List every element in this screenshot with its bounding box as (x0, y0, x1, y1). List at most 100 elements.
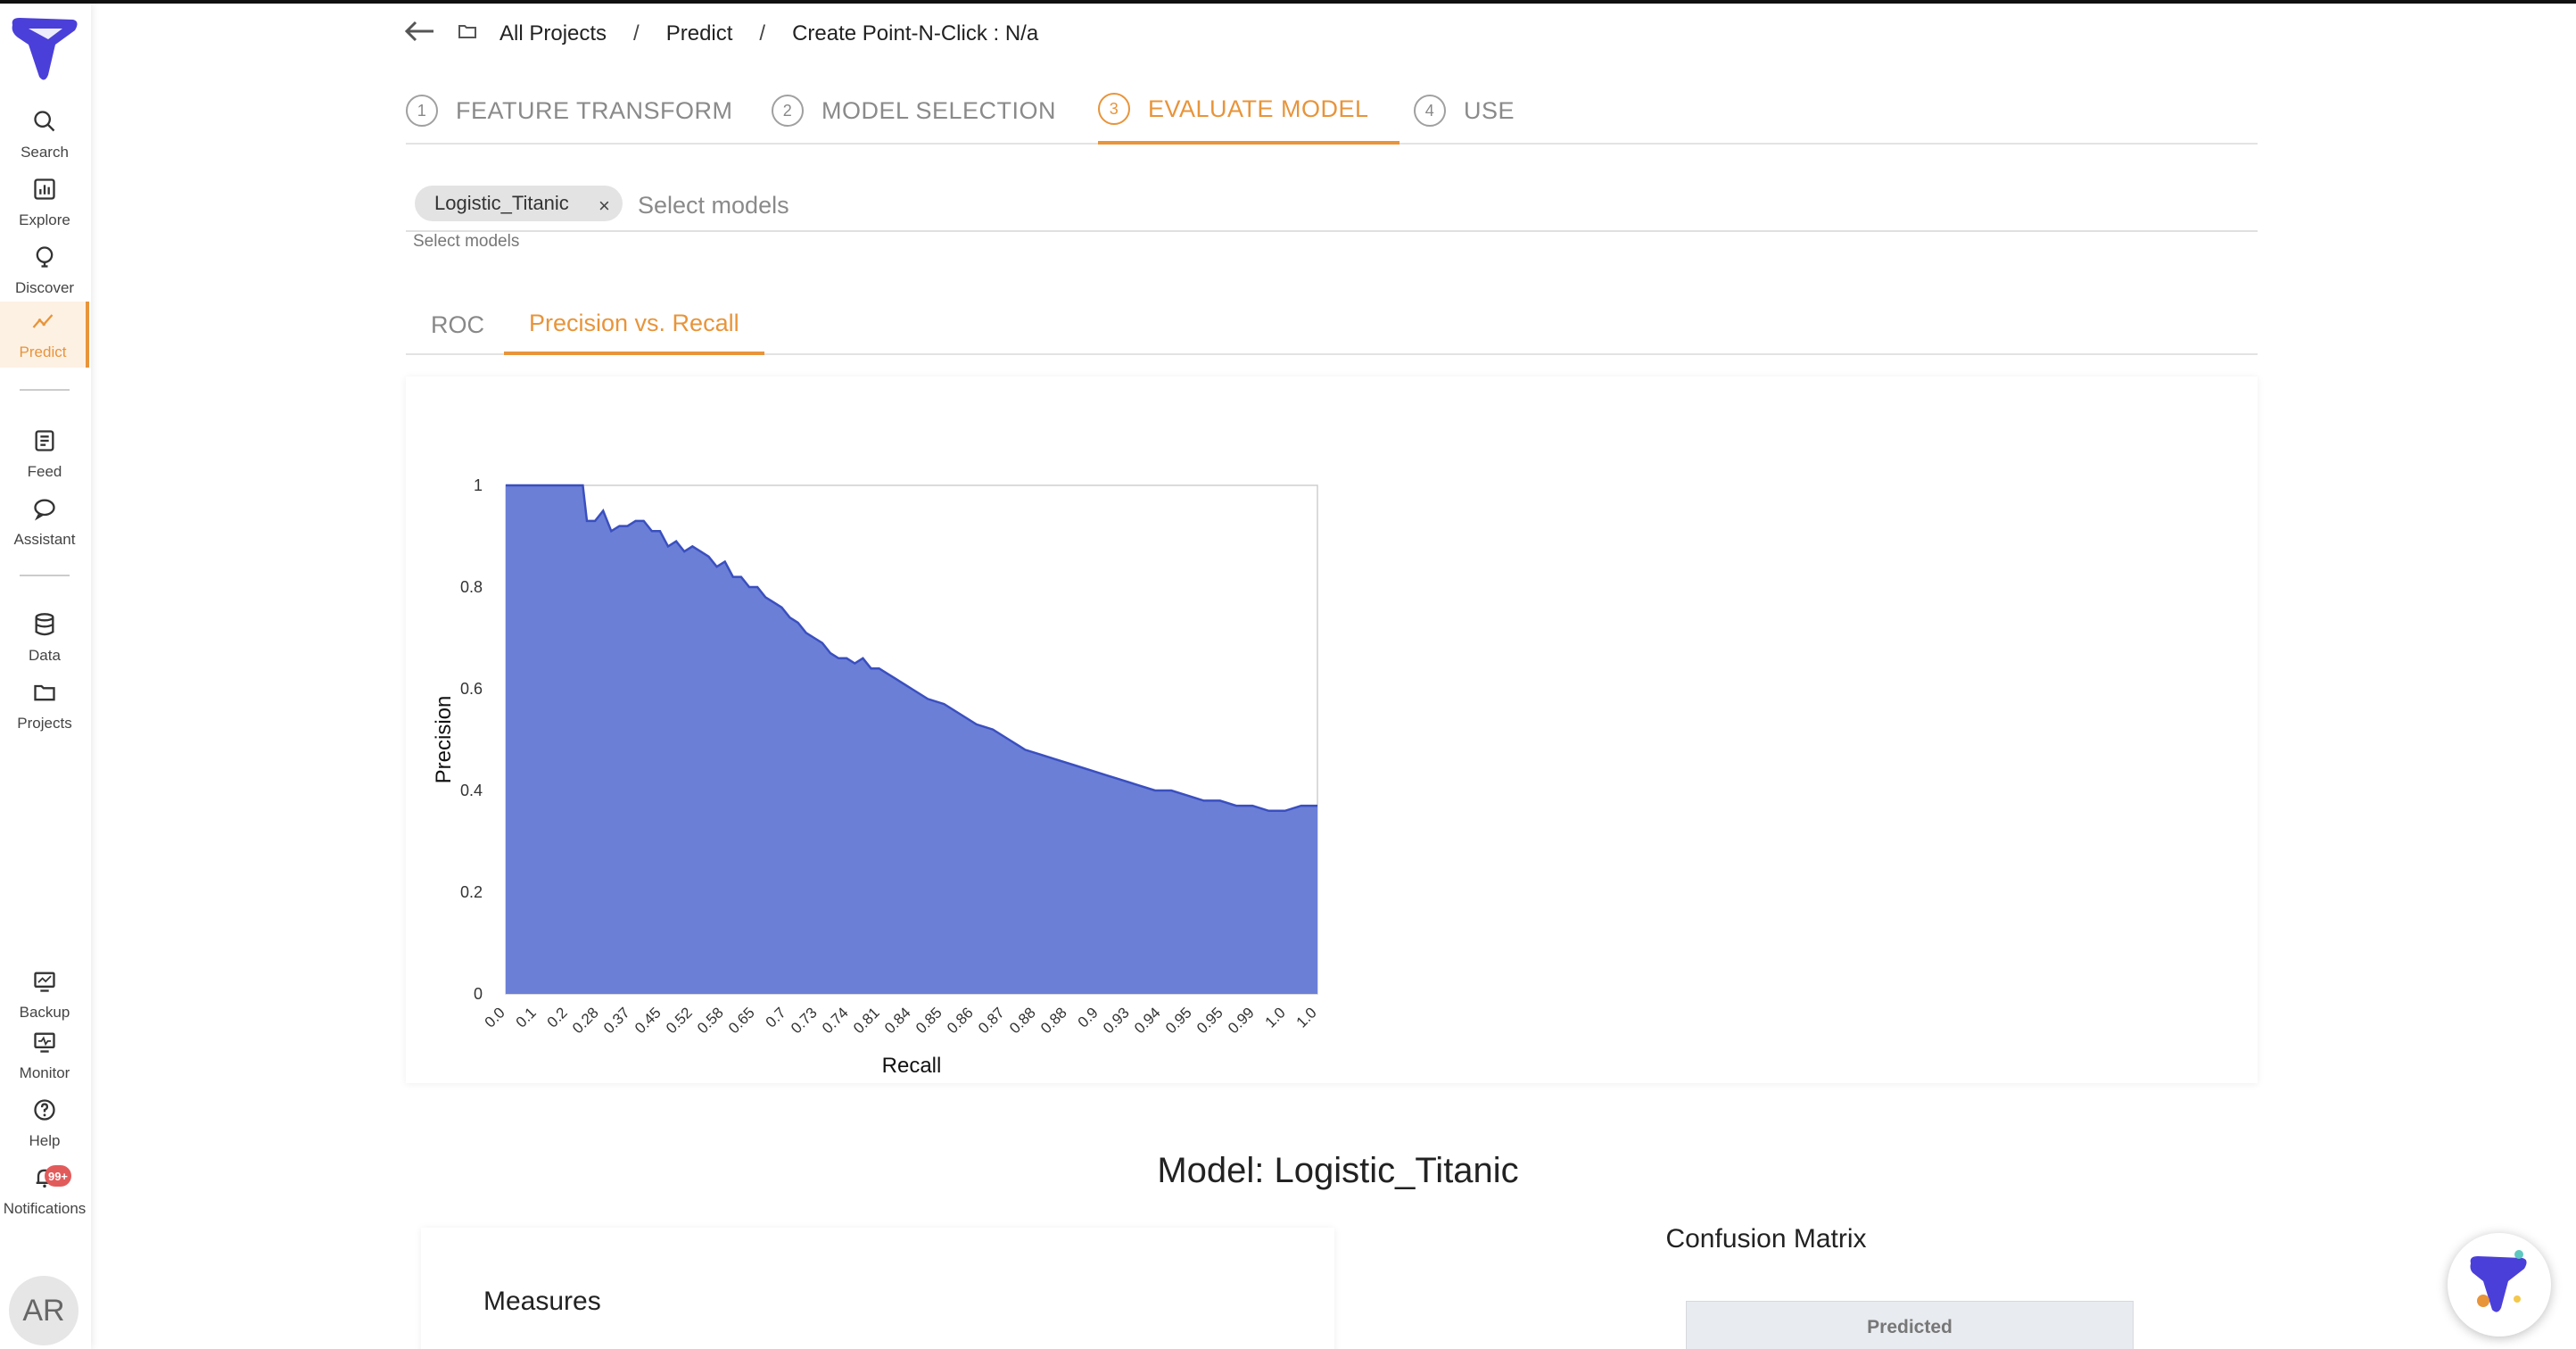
sidebar-divider (20, 389, 70, 391)
select-models-input[interactable] (638, 187, 2154, 223)
x-tick-label: 0.73 (788, 1004, 821, 1037)
precision-recall-area (506, 485, 1317, 994)
step-number: 3 (1098, 93, 1130, 125)
x-tick-label: 0.94 (1131, 1004, 1164, 1037)
y-axis-label: Precision (432, 696, 456, 784)
sidebar-item-label: Monitor (19, 1063, 70, 1081)
step-label: MODEL SELECTION (822, 96, 1057, 124)
sidebar-item-feed[interactable]: Feed (0, 421, 89, 487)
sidebar-item-projects[interactable]: Projects (0, 673, 89, 739)
sidebar-item-explore[interactable]: Explore (0, 170, 89, 236)
x-tick-label: 0.85 (912, 1004, 945, 1037)
sidebar-item-label: Explore (19, 211, 70, 228)
tab-roc[interactable]: ROC (406, 294, 509, 355)
x-tick-label: 0.9 (1075, 1004, 1102, 1030)
sidebar-item-discover[interactable]: Discover (0, 237, 89, 303)
folder-icon (455, 21, 500, 48)
precision-recall-chart: 00.20.40.60.810.0 0.1 0.20.280.370.450.520… (432, 476, 1320, 1078)
x-tick-label: 0.52 (663, 1004, 696, 1037)
step-feature-transform[interactable]: 1 FEATURE TRANSFORM (406, 77, 733, 145)
breadcrumb-separator: / (633, 21, 640, 46)
model-heading: Model: Logistic_Titanic (1157, 1151, 1519, 1190)
breadcrumb-separator: / (759, 21, 766, 46)
breadcrumb-predict[interactable]: Predict (666, 21, 733, 46)
search-icon (32, 109, 57, 138)
x-tick-label: 1.0 (1262, 1004, 1289, 1030)
step-evaluate-model[interactable]: 3 EVALUATE MODEL (1098, 77, 1399, 145)
y-tick-label: 0.4 (460, 782, 483, 799)
backup-icon (32, 969, 57, 998)
x-tick-label: 0.99 (1225, 1004, 1258, 1037)
confusion-matrix-title: Confusion Matrix (1665, 1224, 1867, 1254)
tab-precision-recall[interactable]: Precision vs. Recall (504, 294, 764, 355)
breadcrumb-current: Create Point-N-Click : N/a (792, 21, 1039, 46)
model-chip[interactable]: Logistic_Titanic × (415, 186, 623, 221)
breadcrumb: All Projects / Predict / Create Point-N-… (403, 14, 1038, 54)
sidebar-item-label: Assistant (13, 530, 76, 548)
sidebar-item-help[interactable]: Help (0, 1090, 89, 1156)
chat-assistant-button[interactable] (2448, 1233, 2551, 1337)
sidebar-item-monitor[interactable]: Monitor (0, 1022, 89, 1088)
sidebar-item-label: Feed (27, 462, 62, 480)
y-tick-label: 0.6 (460, 680, 483, 698)
step-number: 2 (772, 95, 804, 127)
x-tick-label: 0.95 (1162, 1004, 1195, 1037)
chip-remove-icon[interactable]: × (599, 194, 610, 218)
breadcrumb-all-projects[interactable]: All Projects (500, 21, 607, 46)
sidebar-item-label: Notifications (3, 1199, 87, 1217)
back-arrow-icon[interactable] (403, 19, 455, 50)
sidebar-item-label: Backup (19, 1003, 70, 1021)
folder-icon (32, 680, 57, 709)
avatar[interactable]: AR (9, 1276, 78, 1345)
x-tick-label: 0.74 (819, 1004, 852, 1037)
x-tick-label: 0.95 (1193, 1004, 1226, 1037)
help-icon (32, 1097, 57, 1127)
y-tick-label: 0 (474, 985, 483, 1003)
sidebar-item-assistant[interactable]: Assistant (0, 489, 89, 555)
sidebar-item-backup[interactable]: Backup (0, 962, 89, 1028)
model-chip-label: Logistic_Titanic (434, 192, 569, 214)
step-label: FEATURE TRANSFORM (456, 96, 733, 124)
chart-card: 0 0.2 0.4 0.6 0.8 1 0.0 0.1 0.2 0.28 0.37 0.45 0.52 0… (406, 377, 2258, 1083)
x-axis-label: Recall (882, 1054, 942, 1078)
model-select[interactable]: Logistic_Titanic × (406, 178, 2258, 232)
y-tick-label: 1 (474, 476, 483, 494)
sidebar-item-predict[interactable]: Predict (0, 302, 89, 368)
step-label: EVALUATE MODEL (1148, 95, 1369, 122)
sidebar-divider (20, 575, 70, 576)
chart-tabs: ROC Precision vs. Recall (406, 294, 2258, 355)
step-number: 1 (406, 95, 438, 127)
measures-title: Measures (483, 1287, 601, 1316)
x-tick-label: 1.0 (1293, 1004, 1320, 1030)
x-tick-label: 0.87 (975, 1004, 1008, 1037)
sidebar-item-label: Predict (19, 343, 67, 360)
sidebar: Search Explore Discover Predict Feed Ass… (0, 4, 91, 1349)
x-tick-label: 0.37 (600, 1004, 633, 1037)
notifications-badge: 99+ (45, 1165, 71, 1187)
x-tick-label: 0.88 (1006, 1004, 1039, 1037)
sidebar-item-search[interactable]: Search (0, 102, 89, 168)
top-border (0, 0, 2576, 4)
app-logo[interactable] (9, 12, 80, 84)
feed-icon (32, 428, 57, 458)
step-use[interactable]: 4 USE (1414, 77, 1515, 145)
x-tick-label: 0.7 (763, 1004, 789, 1030)
bar-chart-icon (32, 177, 57, 206)
sidebar-item-data[interactable]: Data (0, 605, 89, 671)
step-number: 4 (1414, 95, 1446, 127)
step-model-selection[interactable]: 2 MODEL SELECTION (772, 77, 1056, 145)
x-tick-label: 0.88 (1037, 1004, 1070, 1037)
x-tick-label: 0.2 (544, 1004, 571, 1030)
x-tick-label: 0.84 (881, 1004, 914, 1037)
x-tick-label: 0.45 (632, 1004, 665, 1037)
assistant-logo-icon (2464, 1247, 2535, 1323)
sidebar-item-label: Search (21, 143, 69, 161)
x-tick-label: 0.28 (569, 1004, 602, 1037)
monitor-icon (32, 1030, 57, 1059)
sidebar-item-notifications[interactable]: Notifications 99+ (0, 1158, 89, 1224)
database-icon (32, 612, 57, 641)
sidebar-item-label: Data (29, 646, 61, 664)
sidebar-item-label: Projects (17, 714, 72, 732)
select-models-helper: Select models (413, 232, 520, 251)
stepper: 1 FEATURE TRANSFORM 2 MODEL SELECTION 3 … (406, 77, 2258, 145)
